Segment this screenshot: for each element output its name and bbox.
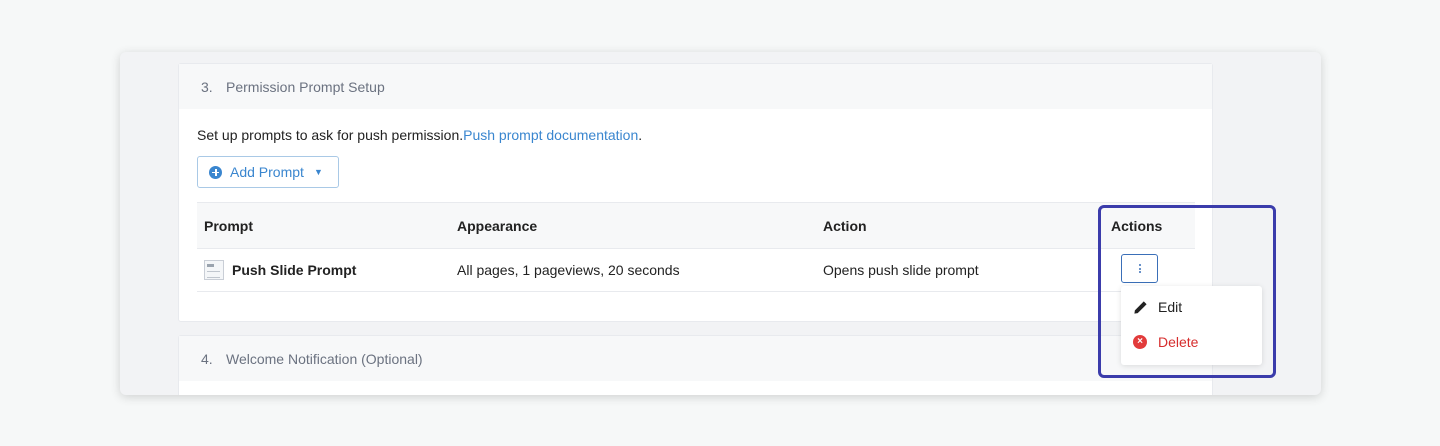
column-header-prompt: Prompt	[204, 217, 253, 234]
menu-item-delete[interactable]: × Delete	[1133, 334, 1198, 350]
pencil-icon	[1134, 300, 1147, 314]
section-number: 3.	[201, 78, 213, 95]
add-prompt-label: Add Prompt	[230, 164, 304, 180]
section-description: Set up prompts to ask for push permissio…	[197, 127, 642, 143]
description-text: Set up prompts to ask for push permissio…	[197, 127, 464, 143]
appearance-cell: All pages, 1 pageviews, 20 seconds	[457, 262, 680, 278]
plus-circle-icon	[209, 165, 222, 179]
section-number: 4.	[201, 350, 213, 367]
more-vertical-icon	[1138, 264, 1141, 273]
column-header-actions: Actions	[1111, 217, 1163, 234]
section-title: Permission Prompt Setup	[226, 78, 385, 95]
column-header-action: Action	[823, 217, 867, 234]
table-header: Prompt Appearance Action Actions	[197, 202, 1195, 249]
slide-prompt-icon	[204, 260, 224, 280]
table-row: Push Slide Prompt All pages, 1 pageviews…	[197, 249, 1195, 292]
add-prompt-button[interactable]: Add Prompt ▼	[197, 156, 339, 188]
caret-down-icon: ▼	[313, 167, 323, 177]
prompt-cell: Push Slide Prompt	[204, 249, 356, 291]
menu-item-label: Delete	[1158, 334, 1199, 350]
doc-link[interactable]: Push prompt documentation	[463, 127, 638, 143]
prompt-name[interactable]: Push Slide Prompt	[232, 262, 356, 278]
menu-item-label: Edit	[1158, 299, 1183, 315]
section-welcome-notification: 4. Welcome Notification (Optional)	[178, 335, 1213, 395]
section-header[interactable]: 3. Permission Prompt Setup	[179, 64, 1212, 109]
section-header[interactable]: 4. Welcome Notification (Optional)	[179, 336, 1212, 381]
section-title: Welcome Notification (Optional)	[226, 350, 423, 367]
action-cell: Opens push slide prompt	[823, 262, 979, 278]
description-suffix: .	[638, 127, 643, 143]
menu-item-edit[interactable]: Edit	[1133, 299, 1182, 315]
section-permission-prompt-setup: 3. Permission Prompt Setup Set up prompt…	[178, 63, 1213, 322]
row-actions-button[interactable]	[1121, 254, 1158, 283]
column-header-appearance: Appearance	[457, 217, 538, 234]
actions-dropdown-menu: Edit × Delete	[1121, 286, 1262, 365]
x-circle-icon: ×	[1133, 335, 1147, 349]
